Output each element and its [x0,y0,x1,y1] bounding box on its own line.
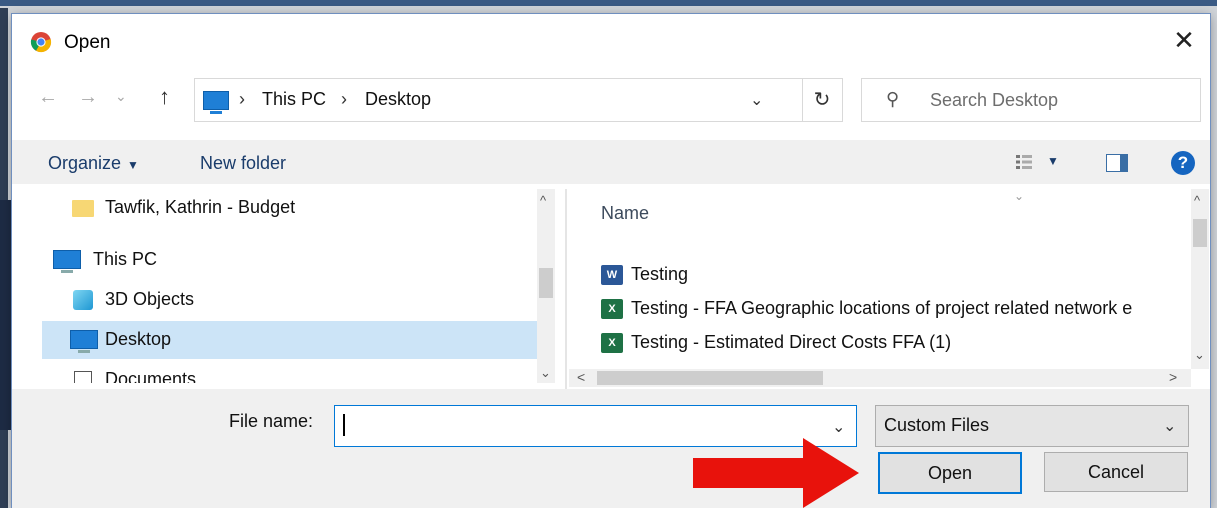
breadcrumb-this-pc[interactable]: This PC [262,89,326,110]
refresh-button[interactable]: ↻ [802,78,843,122]
file-name: Testing - FFA Geographic locations of pr… [631,298,1133,318]
word-document-icon: W [601,265,623,285]
pane-divider[interactable] [565,189,567,399]
navigation-bar: ← → ⌄ ↑ › This PC › Desktop ⌄ ↻ ⚲ Search… [12,78,1210,122]
file-list: ⌄ Name W Testing X Testing - FFA Geograp… [569,189,1191,369]
excel-spreadsheet-icon: X [601,299,623,319]
screen: Open ✕ ← → ⌄ ↑ › This PC › Desktop ⌄ ↻ ⚲… [0,0,1217,508]
3d-objects-icon [73,290,93,310]
navigation-pane-scrollbar[interactable]: ^ ⌄ [537,189,555,383]
red-arrow-annotation [693,438,859,508]
breadcrumb-desktop[interactable]: Desktop [365,89,431,110]
file-row[interactable]: X Testing - FFA Geographic locations of … [601,295,1191,329]
dialog-footer: File name: ⌄ Custom Files ⌄ Open Cancel [12,389,1210,508]
column-header-name[interactable]: Name [601,203,649,224]
address-dropdown-chevron-icon[interactable]: ⌄ [750,90,763,110]
documents-icon [74,371,92,383]
file-name: Testing - Estimated Direct Costs FFA (1) [631,332,952,352]
help-icon[interactable]: ? [1171,151,1195,175]
search-input[interactable]: ⚲ Search Desktop [861,78,1201,122]
desktop-icon [70,330,98,353]
file-type-select[interactable]: Custom Files ⌄ [875,405,1189,447]
organize-button[interactable]: Organize ▼ [48,153,139,174]
breadcrumb-separator: › [239,89,245,109]
new-folder-button[interactable]: New folder [200,153,286,174]
scroll-down-icon[interactable]: ⌄ [1194,347,1205,363]
forward-arrow-icon[interactable]: → [78,86,98,109]
search-icon: ⚲ [886,89,900,109]
nav-item-3d-objects[interactable]: 3D Objects [42,281,551,319]
nav-item-documents[interactable]: Documents [42,361,551,383]
nav-item-label: Documents [105,369,197,383]
caret-down-icon: ▼ [127,158,139,172]
file-name: Testing [631,264,689,284]
computer-icon [203,91,229,114]
search-placeholder: Search Desktop [930,90,1059,110]
scrollbar-thumb[interactable] [539,268,553,298]
excel-spreadsheet-icon: X [601,333,623,353]
scrollbar-thumb[interactable] [1193,219,1207,247]
scroll-up-icon[interactable]: ^ [1194,193,1200,208]
open-button[interactable]: Open [878,452,1022,494]
close-button[interactable]: ✕ [1170,26,1198,54]
scroll-down-icon[interactable]: ⌄ [540,365,551,381]
file-list-horizontal-scrollbar[interactable]: < > [569,369,1191,387]
up-arrow-icon[interactable]: ↑ [159,84,170,110]
title-bar: Open ✕ [12,14,1210,58]
nav-item-label: Tawfik, Kathrin - Budget [105,197,296,217]
nav-item-label: Desktop [105,329,172,349]
file-type-value: Custom Files [884,415,990,435]
nav-item-label: 3D Objects [105,289,195,309]
nav-item-budget-folder[interactable]: Tawfik, Kathrin - Budget [42,189,551,227]
preview-pane-icon[interactable] [1106,154,1128,172]
nav-item-label: This PC [93,249,158,269]
file-row[interactable]: W Testing [601,261,1191,295]
file-name-label: File name: [229,411,314,431]
command-bar: Organize ▼ New folder ▼ ? [12,140,1210,184]
organize-label: Organize [48,153,122,173]
nav-item-this-pc[interactable]: This PC [42,241,551,279]
view-caret-down-icon[interactable]: ▼ [1047,154,1059,168]
text-cursor [343,414,345,436]
recent-locations-chevron-icon[interactable]: ⌄ [115,88,127,105]
view-options-icon[interactable] [1015,153,1033,171]
cancel-button[interactable]: Cancel [1044,452,1188,492]
sort-chevron-icon: ⌄ [1014,189,1025,203]
file-type-dropdown-chevron-icon: ⌄ [1163,418,1177,435]
chrome-icon [30,32,52,53]
scrollbar-thumb[interactable] [597,371,823,385]
computer-icon [53,250,81,273]
nav-item-desktop[interactable]: Desktop [42,321,551,359]
scroll-left-icon[interactable]: < [577,369,585,385]
scroll-right-icon[interactable]: > [1169,369,1177,385]
open-file-dialog: Open ✕ ← → ⌄ ↑ › This PC › Desktop ⌄ ↻ ⚲… [12,14,1210,508]
back-arrow-icon[interactable]: ← [38,86,58,109]
dialog-title: Open [64,32,111,53]
breadcrumb-separator: › [341,89,347,109]
folder-icon [72,200,94,217]
background-edge [0,0,1217,6]
scroll-up-icon[interactable]: ^ [540,193,546,208]
address-bar[interactable]: › This PC › Desktop ⌄ [194,78,803,122]
navigation-pane: Tawfik, Kathrin - Budget This PC 3D Obje… [42,189,565,383]
file-row[interactable]: X Testing - Estimated Direct Costs FFA (… [601,329,1191,363]
file-name-dropdown-chevron-icon[interactable]: ⌄ [832,417,845,437]
file-list-vertical-scrollbar[interactable]: ^ ⌄ [1191,189,1209,369]
